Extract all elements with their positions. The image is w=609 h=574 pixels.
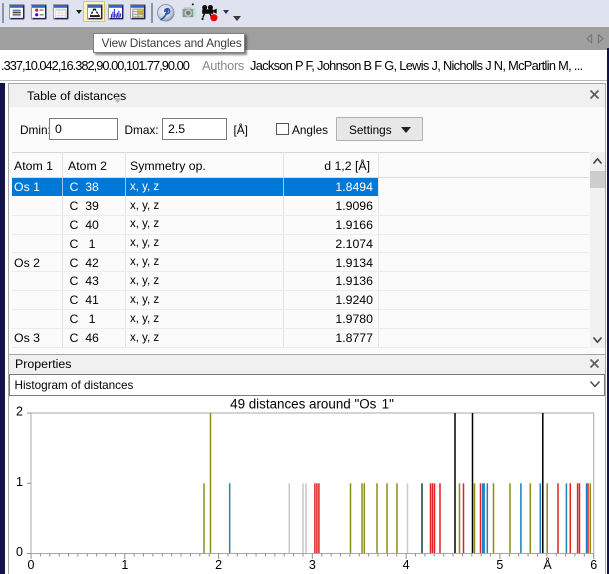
svg-text:2: 2 (215, 558, 222, 572)
svg-text:4: 4 (403, 558, 410, 572)
svg-text:49 distances around "Os 1": 49 distances around "Os 1" (230, 397, 394, 412)
svg-text:3: 3 (309, 558, 316, 572)
svg-text:1: 1 (16, 475, 23, 489)
svg-text:2: 2 (16, 405, 23, 419)
svg-text:6: 6 (590, 558, 597, 572)
svg-text:5: 5 (496, 558, 503, 572)
svg-text:0: 0 (28, 558, 35, 572)
svg-text:0: 0 (16, 545, 23, 559)
svg-text:1: 1 (121, 558, 128, 572)
svg-text:Å: Å (543, 557, 552, 572)
